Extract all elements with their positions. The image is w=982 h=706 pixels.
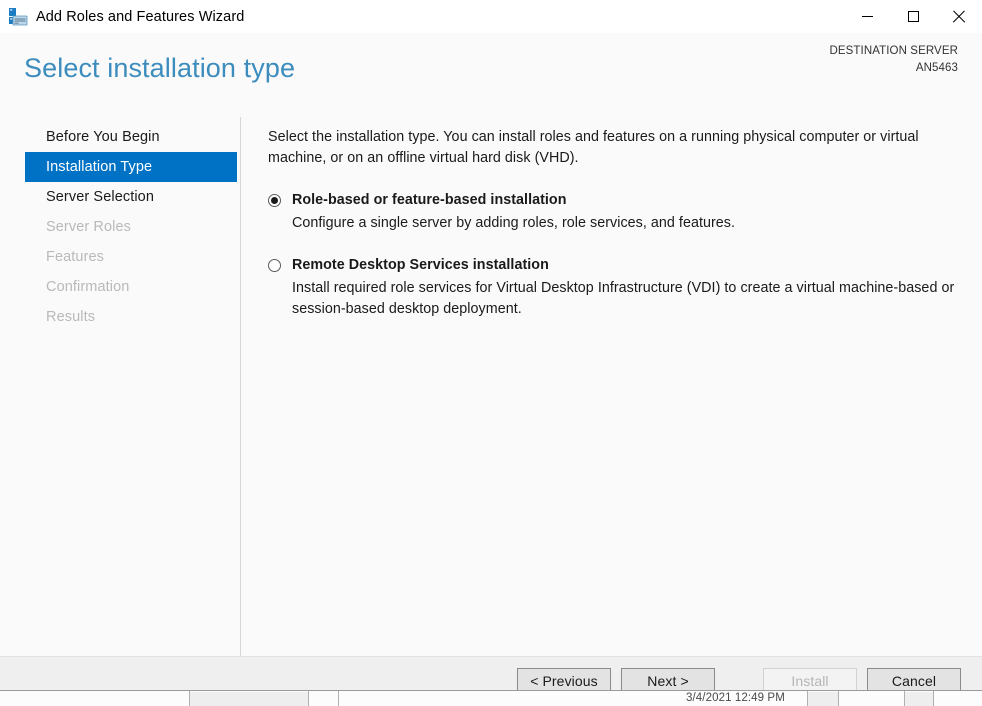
sidebar-item-server-roles: Server Roles: [46, 219, 132, 235]
page-title: Select installation type: [24, 53, 296, 83]
radio-remote-desktop-services-installation[interactable]: [268, 259, 281, 272]
sidebar-item-confirmation: Confirmation: [46, 279, 130, 295]
taskbar-clock: 3/4/2021 12:49 PM: [686, 692, 785, 704]
option-role-based-description: Configure a single server by adding role…: [292, 215, 736, 231]
add-roles-and-features-wizard-window: Add Roles and Features Wizard Select ins…: [0, 0, 982, 706]
page-header: Select installation type DESTINATION SER…: [0, 33, 982, 117]
wizard-step-navigation: Before You Begin Installation Type Serve…: [0, 117, 241, 656]
sidebar-item-installation-type[interactable]: Installation Type: [25, 152, 237, 182]
close-button[interactable]: [936, 0, 982, 33]
option-role-based[interactable]: Role-based or feature-based installation…: [268, 191, 958, 234]
taskbar-cell: [808, 692, 838, 706]
maximize-icon: [907, 11, 919, 22]
window-title: Add Roles and Features Wizard: [36, 8, 245, 25]
destination-server-block: DESTINATION SERVER AN5463: [829, 43, 958, 77]
instruction-text: Select the installation type. You can in…: [268, 129, 919, 166]
maximize-button[interactable]: [890, 0, 936, 33]
background-taskbar: 3/4/2021 12:49 PM: [0, 690, 982, 706]
taskbar-divider: [904, 691, 905, 706]
taskbar-divider: [807, 691, 808, 706]
minimize-button[interactable]: [844, 0, 890, 33]
taskbar-divider: [338, 691, 339, 706]
minimize-icon: [861, 15, 873, 18]
taskbar-divider: [838, 691, 839, 706]
sidebar-item-server-selection[interactable]: Server Selection: [25, 182, 237, 212]
wizard-body: Before You Begin Installation Type Serve…: [0, 117, 982, 656]
taskbar-cell: [905, 692, 933, 706]
server-wizard-icon: [8, 7, 28, 27]
radio-role-based-installation[interactable]: [268, 194, 281, 207]
title-bar: Add Roles and Features Wizard: [0, 0, 982, 33]
taskbar-divider: [933, 691, 934, 706]
installation-type-radio-group: Role-based or feature-based installation…: [268, 191, 958, 320]
option-remote-desktop-services[interactable]: Remote Desktop Services installation Ins…: [268, 256, 958, 320]
destination-server-name: AN5463: [915, 62, 958, 74]
wizard-content-pane: Select the installation type. You can in…: [241, 117, 982, 656]
taskbar-divider: [189, 691, 190, 706]
taskbar-divider: [308, 691, 309, 706]
option-remote-desktop-services-label: Remote Desktop Services installation: [292, 257, 549, 273]
option-role-based-label: Role-based or feature-based installation: [292, 192, 567, 208]
taskbar-cell: [190, 692, 308, 706]
sidebar-item-results: Results: [46, 309, 96, 325]
destination-server-label: DESTINATION SERVER: [829, 45, 958, 57]
sidebar-item-features: Features: [46, 249, 105, 265]
close-icon: [952, 10, 966, 24]
option-remote-desktop-services-description: Install required role services for Virtu…: [292, 280, 955, 317]
window-controls: [844, 0, 982, 33]
sidebar-item-before-you-begin[interactable]: Before You Begin: [25, 122, 237, 152]
